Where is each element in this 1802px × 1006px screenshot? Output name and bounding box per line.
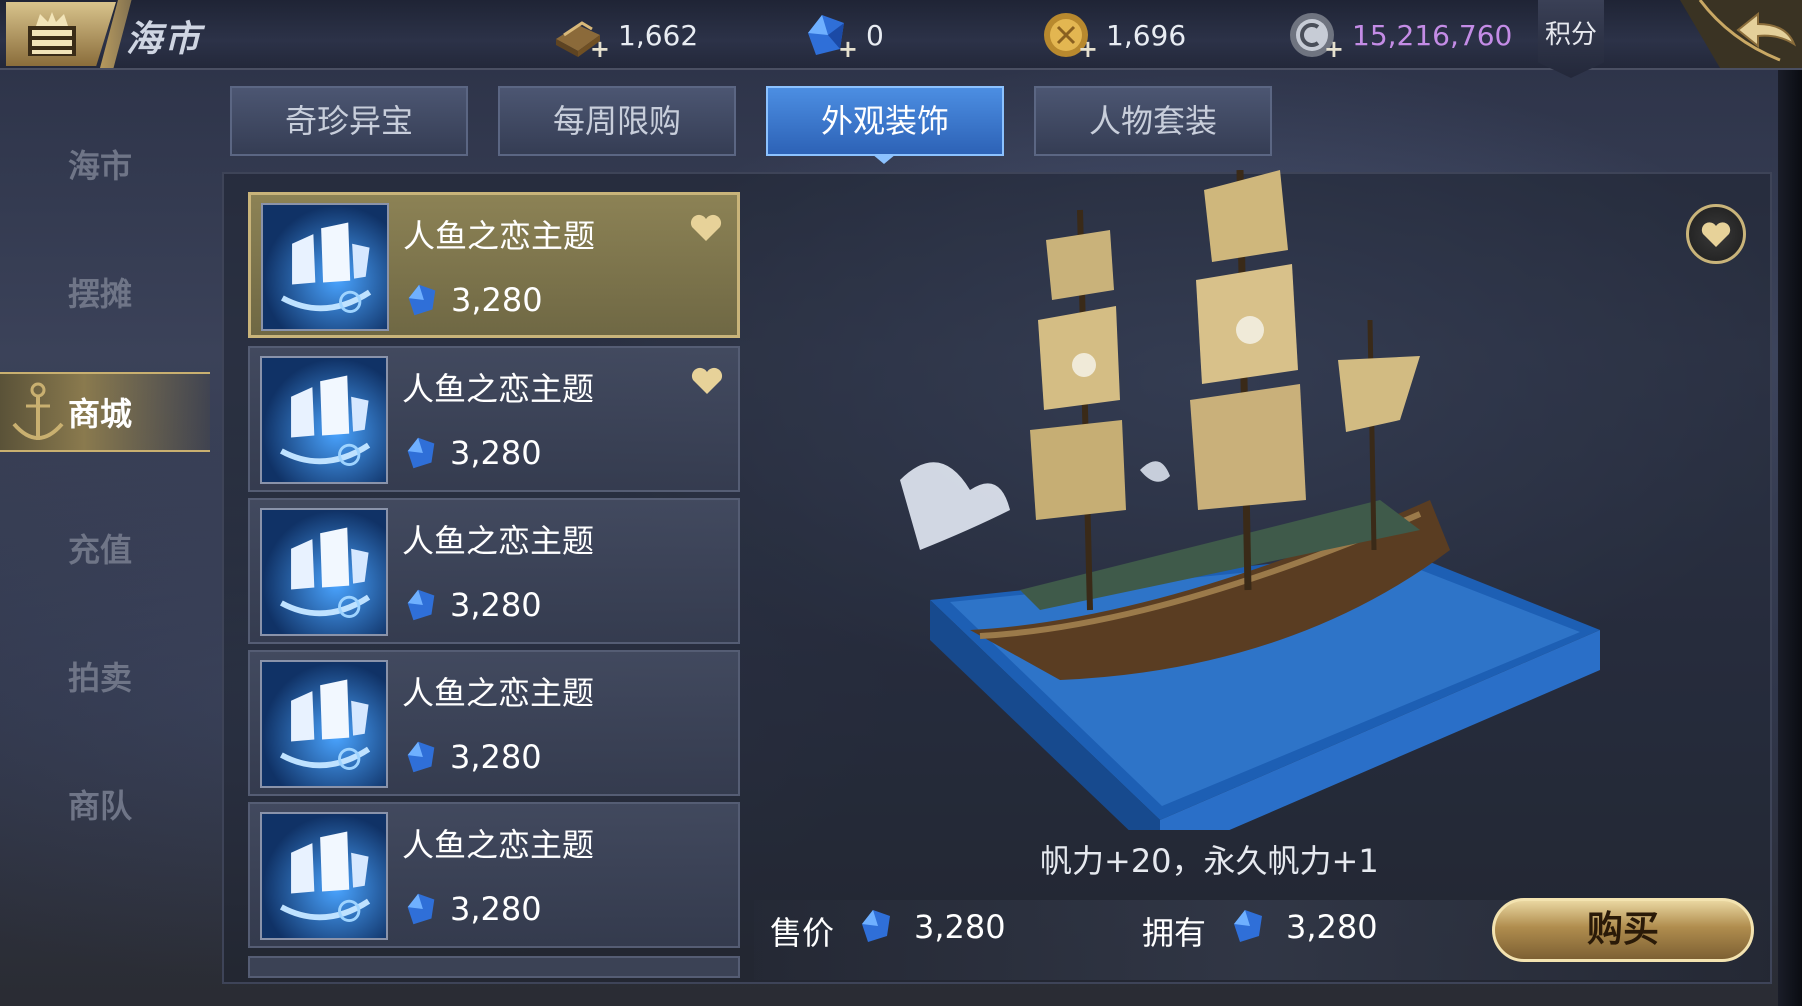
page-title: 海市 <box>126 18 203 60</box>
treasure-chest-icon <box>6 2 116 66</box>
ship-thumbnail-icon <box>279 679 371 771</box>
back-arrow-icon <box>1680 0 1802 68</box>
blue-gem-icon <box>408 284 436 316</box>
right-edge <box>1778 0 1802 1006</box>
price-label: 售价 <box>770 914 835 952</box>
back-button[interactable] <box>1660 0 1802 68</box>
item-price: 3,280 <box>402 890 542 928</box>
list-item-partial <box>248 956 740 978</box>
item-price-value: 3,280 <box>451 281 543 319</box>
score-button[interactable]: 积分 <box>1538 0 1604 78</box>
heart-icon <box>1701 222 1731 247</box>
buy-button[interactable]: 购买 <box>1492 898 1754 962</box>
tab-meizhou-xiangou[interactable]: 每周限购 <box>498 86 736 156</box>
sidebar-item-label: 商队 <box>68 787 133 825</box>
gold-bar-value: 1,662 <box>618 18 699 52</box>
item-price: 3,280 <box>402 738 542 776</box>
top-bar: 海市 + 1,662 + 0 + 1,696 + 15,216,760 积分 <box>0 0 1802 78</box>
sidebar-item-haishi[interactable]: 海市 <box>0 126 210 206</box>
item-name: 人鱼之恋主题 <box>402 826 595 864</box>
sidebar-item-paimai[interactable]: 拍卖 <box>0 638 210 718</box>
gold-coin-icon: + <box>1040 9 1098 63</box>
item-price-value: 3,280 <box>450 434 542 472</box>
currency-gold-coin[interactable]: + 1,696 <box>1040 8 1187 63</box>
item-thumbnail <box>261 203 389 331</box>
list-item[interactable]: 人鱼之恋主题 3,280 <box>248 346 740 492</box>
blue-gem-icon <box>862 910 890 942</box>
ship-preview[interactable] <box>860 170 1620 830</box>
sidebar-item-label: 商城 <box>68 395 133 433</box>
ship-thumbnail-icon <box>279 831 371 923</box>
list-item[interactable]: 人鱼之恋主题 3,280 <box>248 498 740 644</box>
gold-coin-value: 1,696 <box>1106 18 1187 52</box>
item-name: 人鱼之恋主题 <box>402 370 595 408</box>
blue-gem-icon <box>407 893 435 925</box>
blue-gem-icon <box>1234 910 1262 942</box>
silver-coin-icon: + <box>1286 9 1344 63</box>
item-price-value: 3,280 <box>450 890 542 928</box>
sidebar-item-baitan[interactable]: 摆摊 <box>0 254 210 334</box>
list-item[interactable]: 人鱼之恋主题 3,280 <box>248 192 740 338</box>
ship-thumbnail-icon <box>280 222 372 314</box>
ship-thumbnail-icon <box>279 375 371 467</box>
heart-icon[interactable] <box>689 213 723 243</box>
anchor-icon <box>12 382 64 440</box>
active-tab-indicator <box>872 154 896 164</box>
heart-icon[interactable] <box>690 366 724 396</box>
sidebar-item-label: 海市 <box>68 147 133 185</box>
gold-bar-icon: + <box>552 9 610 63</box>
currency-blue-gem[interactable]: + 0 <box>800 8 884 63</box>
blue-gem-value: 0 <box>866 18 884 52</box>
blue-gem-icon <box>407 589 435 621</box>
list-item[interactable]: 人鱼之恋主题 3,280 <box>248 802 740 948</box>
list-item[interactable]: 人鱼之恋主题 3,280 <box>248 650 740 796</box>
currency-silver-coin[interactable]: + 15,216,760 <box>1286 8 1513 63</box>
own-label: 拥有 <box>1142 914 1207 952</box>
sidebar-item-shangdui[interactable]: 商队 <box>0 766 210 846</box>
blue-gem-icon <box>407 437 435 469</box>
item-thumbnail <box>260 356 388 484</box>
item-price: 3,280 <box>402 434 542 472</box>
item-attributes: 帆力+20，永久帆力+1 <box>1040 842 1379 880</box>
favorite-button[interactable] <box>1686 204 1746 264</box>
own-value: 3,280 <box>1286 908 1378 946</box>
sidebar-item-shangcheng[interactable]: 商城 <box>0 372 210 452</box>
sidebar-item-chongzhi[interactable]: 充值 <box>0 510 210 590</box>
price-value: 3,280 <box>914 908 1006 946</box>
blue-gem-icon <box>407 741 435 773</box>
item-price: 3,280 <box>402 586 542 624</box>
score-label: 积分 <box>1544 20 1597 50</box>
item-name: 人鱼之恋主题 <box>403 217 596 255</box>
ship-thumbnail-icon <box>279 527 371 619</box>
blue-gem-icon: + <box>800 9 858 63</box>
item-name: 人鱼之恋主题 <box>402 522 595 560</box>
currency-gold-bar[interactable]: + 1,662 <box>552 8 699 63</box>
sidebar: 海市 摆摊 商城 充值 拍卖 商队 <box>0 110 220 870</box>
item-name: 人鱼之恋主题 <box>402 674 595 712</box>
item-thumbnail <box>260 812 388 940</box>
item-thumbnail <box>260 660 388 788</box>
sidebar-item-label: 拍卖 <box>68 659 133 697</box>
sidebar-item-label: 摆摊 <box>68 275 133 313</box>
item-price-value: 3,280 <box>450 738 542 776</box>
tab-waiguan-zhuangshi[interactable]: 外观装饰 <box>766 86 1004 156</box>
item-price: 3,280 <box>403 281 543 319</box>
sidebar-item-label: 充值 <box>68 531 133 569</box>
item-price-value: 3,280 <box>450 586 542 624</box>
item-thumbnail <box>260 508 388 636</box>
tab-renwu-taozhuang[interactable]: 人物套装 <box>1034 86 1272 156</box>
silver-coin-value: 15,216,760 <box>1352 18 1513 52</box>
tab-qizhen-yibao[interactable]: 奇珍异宝 <box>230 86 468 156</box>
